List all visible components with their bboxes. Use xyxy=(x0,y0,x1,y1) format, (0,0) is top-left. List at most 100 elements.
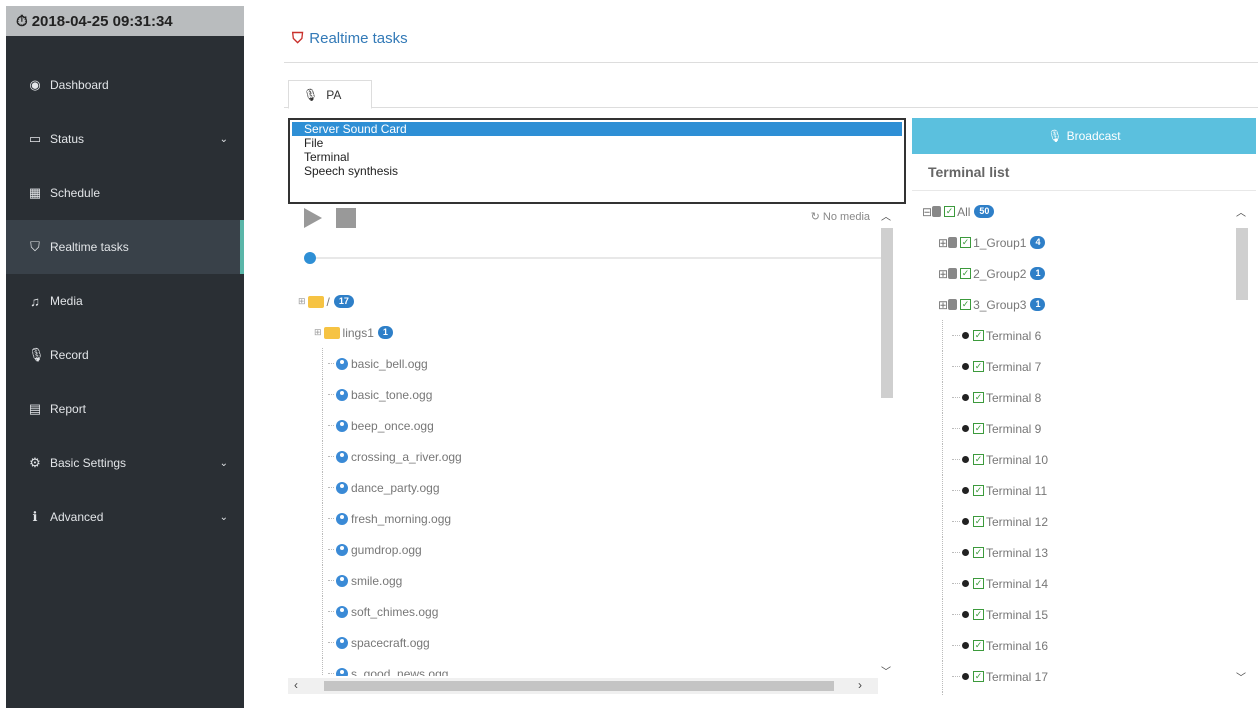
sidebar-item-media[interactable]: ♫ Media xyxy=(6,274,244,328)
expand-icon[interactable]: ⊞ xyxy=(938,267,948,281)
checkbox-checked[interactable]: ✓ xyxy=(973,640,984,651)
sidebar-item-report[interactable]: ▤ Report xyxy=(6,382,244,436)
checkbox-checked[interactable]: ✓ xyxy=(973,609,984,620)
sidebar-item-record[interactable]: 🎙 Record xyxy=(6,328,244,382)
checkbox-checked[interactable]: ✓ xyxy=(960,268,972,279)
shield-icon: ⛉ xyxy=(30,239,40,254)
file-item[interactable]: s_good_news.ogg xyxy=(298,658,868,676)
terminal-item[interactable]: ✓ Terminal 6 xyxy=(922,320,1232,351)
status-dot-icon xyxy=(962,363,969,370)
microphone-icon: 🎙 xyxy=(1047,129,1063,143)
count-badge: 17 xyxy=(333,295,354,308)
audio-file-icon xyxy=(336,481,348,494)
expand-icon[interactable]: ⊞ xyxy=(314,327,322,338)
sidebar-item-status[interactable]: ▭ Status ⌄ xyxy=(6,112,244,166)
file-item[interactable]: beep_once.ogg xyxy=(298,410,868,441)
file-horizontal-scrollbar[interactable]: ‹ › xyxy=(288,678,878,694)
progress-handle[interactable] xyxy=(304,252,316,264)
terminal-item[interactable]: ✓ Terminal 8 xyxy=(922,382,1232,413)
file-item[interactable]: spacecraft.ogg xyxy=(298,627,868,658)
terminal-item[interactable]: ✓ Terminal 9 xyxy=(922,413,1232,444)
tree-node-label: / xyxy=(326,294,330,309)
terminal-item[interactable]: ✓ Terminal 12 xyxy=(922,506,1232,537)
tree-connector xyxy=(328,518,334,519)
chevron-left-icon[interactable]: ‹ xyxy=(294,678,298,692)
terminal-item[interactable]: ✓Terminal 18 xyxy=(922,692,1232,696)
checkbox-checked[interactable]: ✓ xyxy=(973,361,984,372)
source-option-server-sound-card[interactable]: Server Sound Card xyxy=(292,122,902,136)
terminal-item[interactable]: ✓ Terminal 11 xyxy=(922,475,1232,506)
checkbox-checked[interactable]: ✓ xyxy=(973,454,984,465)
chevron-up-icon[interactable]: ︿ xyxy=(1236,204,1246,219)
terminal-group[interactable]: ⊞ ✓ 1_Group1 4 xyxy=(922,227,1232,258)
sidebar-nav: ◉ Dashboard ▭ Status ⌄ ▦ Schedule ⛉ Realtime … xyxy=(6,58,244,544)
expand-icon[interactable]: ⊞ xyxy=(938,298,948,312)
tree-folder[interactable]: ⊞ lings1 1 xyxy=(298,317,868,348)
checkbox-checked[interactable]: ✓ xyxy=(973,423,984,434)
terminal-item[interactable]: ✓ Terminal 10 xyxy=(922,444,1232,475)
source-option-file[interactable]: File xyxy=(292,136,902,150)
count-badge: 1 xyxy=(377,326,393,339)
terminal-item[interactable]: ✓ Terminal 13 xyxy=(922,537,1232,568)
terminal-item[interactable]: ✓ Terminal 7 xyxy=(922,351,1232,382)
sidebar-item-schedule[interactable]: ▦ Schedule xyxy=(6,166,244,220)
sidebar-item-basic-settings[interactable]: ⚙ Basic Settings ⌄ xyxy=(6,436,244,490)
terminal-group[interactable]: ⊞ ✓ 2_Group2 1 xyxy=(922,258,1232,289)
checkbox-checked[interactable]: ✓ xyxy=(973,547,984,558)
file-item[interactable]: gumdrop.ogg xyxy=(298,534,868,565)
file-vertical-scrollbar[interactable]: ︿ ﹀ xyxy=(878,208,896,678)
terminal-group[interactable]: ⊞ ✓ 3_Group3 1 xyxy=(922,289,1232,320)
file-item[interactable]: dance_party.ogg xyxy=(298,472,868,503)
chevron-right-icon[interactable]: › xyxy=(858,678,862,692)
terminal-item[interactable]: ✓ Terminal 17 xyxy=(922,661,1232,692)
terminal-item[interactable]: ✓ Terminal 14 xyxy=(922,568,1232,599)
tab-pa[interactable]: 🎙 PA xyxy=(288,80,372,109)
progress-track[interactable] xyxy=(314,257,884,259)
checkbox-checked[interactable]: ✓ xyxy=(960,237,972,248)
scroll-thumb[interactable] xyxy=(881,228,893,398)
expand-icon[interactable]: ⊞ xyxy=(298,296,306,307)
source-option-speech-synthesis[interactable]: Speech synthesis xyxy=(292,164,902,178)
terminal-item[interactable]: ✓ Terminal 15 xyxy=(922,599,1232,630)
file-item[interactable]: soft_chimes.ogg xyxy=(298,596,868,627)
terminal-all[interactable]: ⊟ ✓ All 50 xyxy=(922,196,1232,227)
chevron-up-icon[interactable]: ︿ xyxy=(881,208,891,223)
file-item[interactable]: smile.ogg xyxy=(298,565,868,596)
expand-icon[interactable]: ⊞ xyxy=(938,236,948,250)
file-item[interactable]: crossing_a_river.ogg xyxy=(298,441,868,472)
audio-file-icon xyxy=(336,450,348,463)
file-name: spacecraft.ogg xyxy=(351,635,430,650)
file-item[interactable]: basic_tone.ogg xyxy=(298,379,868,410)
file-item[interactable]: fresh_morning.ogg xyxy=(298,503,868,534)
terminal-item[interactable]: ✓ Terminal 16 xyxy=(922,630,1232,661)
sidebar-item-realtime-tasks[interactable]: ⛉ Realtime tasks xyxy=(6,220,244,274)
source-option-terminal[interactable]: Terminal xyxy=(292,150,902,164)
checkbox-checked[interactable]: ✓ xyxy=(973,671,984,682)
terminal-vertical-scrollbar[interactable]: ︿ ﹀ xyxy=(1234,204,1250,694)
stop-button[interactable] xyxy=(336,208,356,228)
tree-root[interactable]: ⊞ / 17 xyxy=(298,286,868,317)
chevron-down-icon: ⌄ xyxy=(219,511,228,523)
sidebar-item-advanced[interactable]: ℹ Advanced ⌄ xyxy=(6,490,244,544)
checkbox-checked[interactable]: ✓ xyxy=(973,516,984,527)
checkbox-checked[interactable]: ✓ xyxy=(973,578,984,589)
play-button[interactable] xyxy=(304,208,322,228)
checkbox-checked[interactable]: ✓ xyxy=(973,392,984,403)
checkbox-checked[interactable]: ✓ xyxy=(960,299,972,310)
file-name: crossing_a_river.ogg xyxy=(351,449,462,464)
dashboard-icon: ◉ xyxy=(29,77,41,92)
chevron-down-icon[interactable]: ﹀ xyxy=(881,663,891,678)
source-select-list[interactable]: Server Sound Card File Terminal Speech s… xyxy=(288,118,906,204)
audio-file-icon xyxy=(336,636,348,649)
scroll-thumb[interactable] xyxy=(1236,228,1248,300)
chevron-down-icon[interactable]: ﹀ xyxy=(1236,669,1246,684)
file-item[interactable]: basic_bell.ogg xyxy=(298,348,868,379)
scroll-thumb[interactable] xyxy=(324,681,834,691)
expand-icon[interactable]: ⊟ xyxy=(922,205,932,219)
broadcast-button[interactable]: 🎙 Broadcast xyxy=(912,118,1256,154)
folder-icon xyxy=(307,295,324,308)
checkbox-checked[interactable]: ✓ xyxy=(944,206,956,217)
checkbox-checked[interactable]: ✓ xyxy=(973,330,984,341)
sidebar-item-dashboard[interactable]: ◉ Dashboard xyxy=(6,58,244,112)
checkbox-checked[interactable]: ✓ xyxy=(973,485,984,496)
